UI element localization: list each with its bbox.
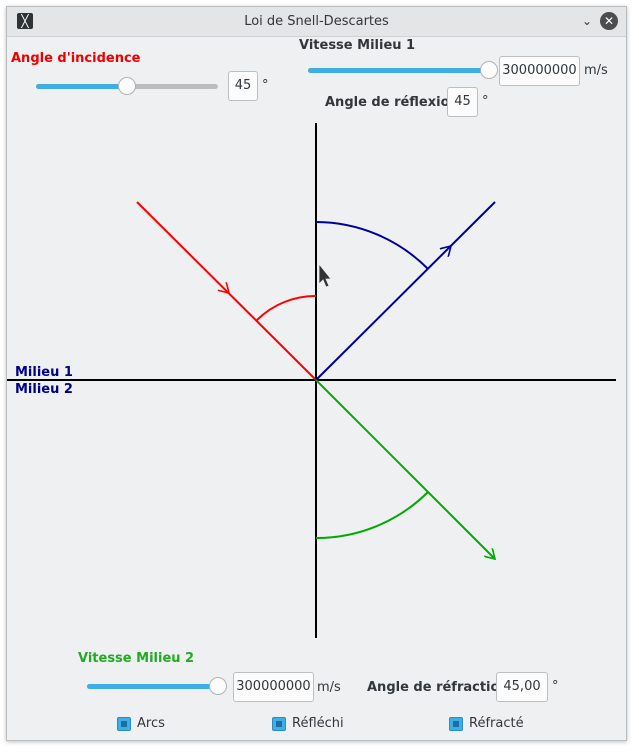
reflection-unit: ° bbox=[482, 94, 489, 109]
reflected-ray bbox=[315, 201, 496, 381]
incidence-field[interactable]: 45 bbox=[228, 71, 258, 101]
incidence-slider[interactable] bbox=[36, 76, 218, 98]
reflected-checkbox[interactable] bbox=[272, 717, 286, 731]
incidence-unit: ° bbox=[262, 78, 269, 93]
mouse-cursor-icon bbox=[318, 262, 332, 288]
reflected-checkbox-label[interactable]: Réfléchi bbox=[292, 716, 344, 731]
speed2-unit: m/s bbox=[317, 680, 341, 695]
refracted-ray bbox=[315, 379, 496, 560]
incidence-arc bbox=[256, 294, 317, 321]
reflection-field[interactable]: 45 bbox=[447, 87, 478, 117]
speed2-slider[interactable] bbox=[87, 676, 227, 698]
speed1-slider[interactable] bbox=[308, 60, 498, 82]
speed1-slider-handle[interactable] bbox=[480, 61, 498, 79]
speed2-field[interactable]: 300000000 bbox=[233, 672, 314, 702]
arcs-checkbox-label[interactable]: Arcs bbox=[137, 716, 165, 731]
incidence-label: Angle d'incidence bbox=[11, 51, 141, 66]
speed2-slider-handle[interactable] bbox=[209, 677, 227, 695]
arcs-checkbox[interactable] bbox=[117, 717, 131, 731]
refracted-checkbox-label[interactable]: Réfracté bbox=[469, 716, 524, 731]
incidence-slider-handle[interactable] bbox=[118, 77, 136, 95]
refraction-unit: ° bbox=[552, 679, 559, 694]
refracted-checkbox[interactable] bbox=[449, 717, 463, 731]
speed2-label: Vitesse Milieu 2 bbox=[78, 651, 195, 666]
reflection-label: Angle de réflexion bbox=[325, 95, 459, 110]
refraction-arc bbox=[315, 491, 429, 540]
medium2-label: Milieu 2 bbox=[15, 382, 73, 397]
speed1-label: Vitesse Milieu 1 bbox=[299, 38, 416, 53]
refraction-label: Angle de réfraction bbox=[367, 680, 509, 695]
speed1-field[interactable]: 300000000 bbox=[499, 56, 580, 86]
reflection-arc bbox=[315, 221, 429, 270]
incident-ray bbox=[136, 201, 317, 381]
medium1-label: Milieu 1 bbox=[15, 365, 73, 380]
ray-diagram bbox=[7, 123, 616, 638]
refraction-field[interactable]: 45,00 bbox=[496, 672, 548, 702]
speed1-unit: m/s bbox=[584, 63, 608, 78]
